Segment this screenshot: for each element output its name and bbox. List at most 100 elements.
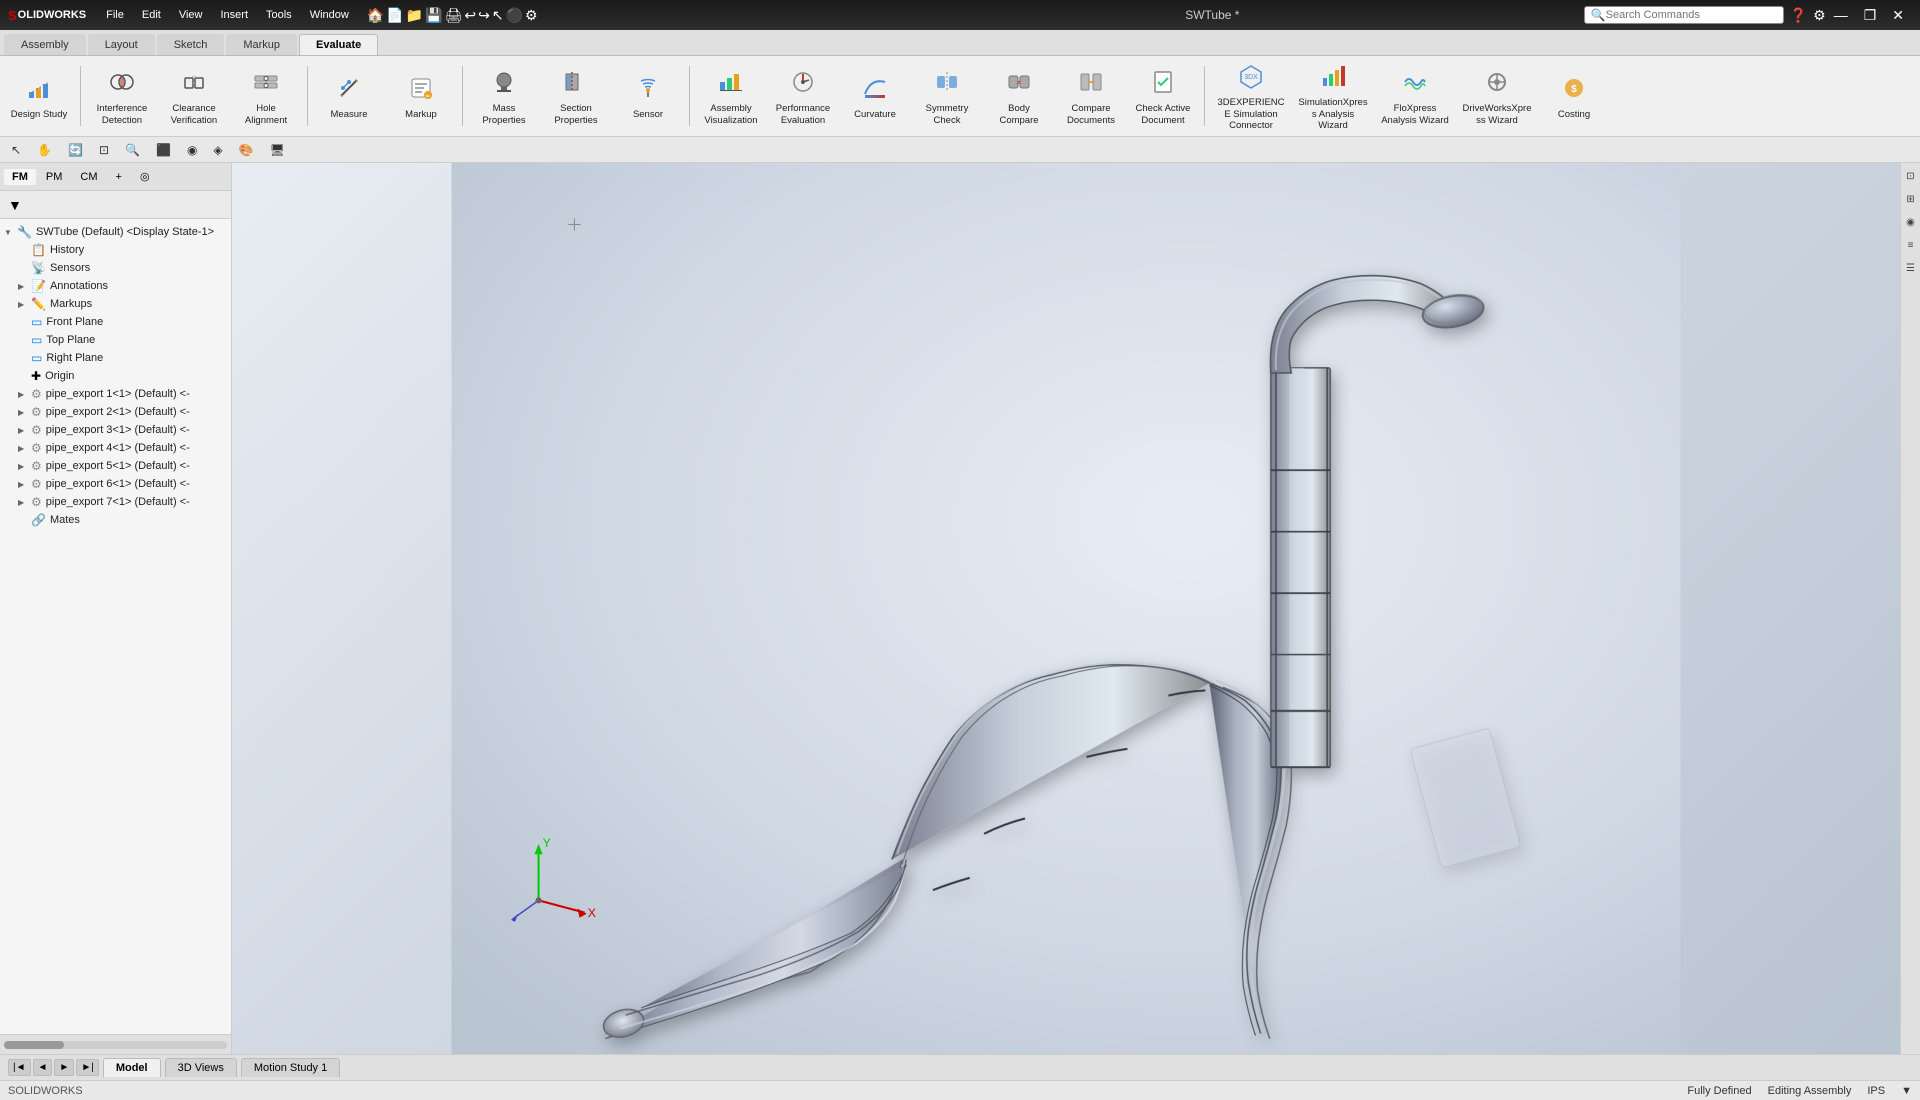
quick-access-dot[interactable]: ⚫ [506,7,523,24]
view-btn-select[interactable]: ↖ [4,140,28,160]
right-btn-1[interactable]: ⊡ [1904,167,1916,186]
view-btn-rotate[interactable]: 🔄 [61,140,90,160]
panel-icon-filter[interactable]: ▼ [4,195,26,215]
symmetry-check-button[interactable]: Symmetry Check [912,60,982,132]
driveworksxpress-button[interactable]: DriveWorksXpress Wizard [1457,60,1537,132]
performance-evaluation-button[interactable]: Performance Evaluation [768,60,838,132]
3dexperience-button[interactable]: 3DX 3DEXPERIENCE Simulation Connector [1211,60,1291,132]
panel-scroll-bar[interactable] [0,1034,231,1054]
quick-access-undo[interactable]: ↩ [464,7,476,24]
section-properties-button[interactable]: Section Properties [541,60,611,132]
markup-button[interactable]: ✏ Markup [386,60,456,132]
status-units[interactable]: IPS [1867,1085,1885,1097]
menu-window[interactable]: Window [302,7,357,24]
curvature-button[interactable]: Curvature [840,60,910,132]
right-btn-5[interactable]: ☰ [1904,259,1917,278]
viewport[interactable]: Y X [232,163,1900,1054]
tab-layout[interactable]: Layout [88,34,155,55]
view-btn-section[interactable]: ⬛ [149,140,178,160]
quick-access-cursor[interactable]: ↖ [492,7,504,24]
view-btn-zoom[interactable]: 🔍 [118,140,147,160]
tree-item-markups[interactable]: ▶ ✏️ Markups [0,295,231,313]
view-btn-hidden[interactable]: ◈ [206,140,229,160]
minimize-button[interactable]: — [1826,7,1856,23]
close-button[interactable]: ✕ [1884,7,1912,24]
measure-button[interactable]: Measure [314,60,384,132]
menu-insert[interactable]: Insert [212,7,256,24]
quick-access-home[interactable]: 🏠 [367,7,384,24]
menu-file[interactable]: File [98,7,132,24]
tab-markup[interactable]: Markup [226,34,297,55]
tree-item-pipe3[interactable]: ▶ ⚙ pipe_export 3<1> (Default) <- [0,421,231,439]
nav-next[interactable]: ► [54,1059,74,1076]
tab-3d-views[interactable]: 3D Views [165,1058,237,1077]
quick-access-print[interactable]: 🖨 [445,7,463,24]
settings-icon[interactable]: ⚙ [1813,7,1826,24]
tree-item-pipe7[interactable]: ▶ ⚙ pipe_export 7<1> (Default) <- [0,493,231,511]
assembly-visualization-button[interactable]: Assembly Visualization [696,60,766,132]
tree-item-right-plane[interactable]: ▭ Right Plane [0,349,231,367]
tree-item-annotations[interactable]: ▶ 📝 Annotations [0,277,231,295]
status-arrow-down[interactable]: ▼ [1901,1085,1912,1097]
nav-last[interactable]: ►| [76,1059,99,1076]
tree-item-top-plane[interactable]: ▭ Top Plane [0,331,231,349]
tab-assembly[interactable]: Assembly [4,34,86,55]
tab-model[interactable]: Model [103,1058,161,1077]
tree-item-mates[interactable]: 🔗 Mates [0,511,231,529]
clearance-verification-button[interactable]: ↔ Clearance Verification [159,60,229,132]
search-bar[interactable]: 🔍 [1584,6,1784,24]
tree-item-front-plane[interactable]: ▭ Front Plane [0,313,231,331]
menu-tools[interactable]: Tools [258,7,300,24]
tab-evaluate[interactable]: Evaluate [299,34,378,55]
menu-edit[interactable]: Edit [134,7,169,24]
floexpress-button[interactable]: FloXpress Analysis Wizard [1375,60,1455,132]
view-btn-appearance[interactable]: 🎨 [232,140,261,160]
mass-properties-button[interactable]: Mass Properties [469,60,539,132]
view-btn-render[interactable]: 🖥 [263,140,292,160]
tree-item-pipe4[interactable]: ▶ ⚙ pipe_export 4<1> (Default) <- [0,439,231,457]
tree-item-origin[interactable]: ✚ Origin [0,367,231,385]
design-study-button[interactable]: Design Study [4,60,74,132]
costing-button[interactable]: $ Costing [1539,60,1609,132]
tree-item-pipe6[interactable]: ▶ ⚙ pipe_export 6<1> (Default) <- [0,475,231,493]
compare-documents-button[interactable]: Compare Documents [1056,60,1126,132]
panel-tab-feature-manager[interactable]: FM [4,169,36,185]
quick-access-redo[interactable]: ↪ [478,7,490,24]
view-btn-pan[interactable]: ✋ [30,140,59,160]
quick-access-open[interactable]: 📁 [406,7,423,24]
quick-access-new[interactable]: 📄 [386,7,403,24]
panel-tab-dxf[interactable]: + [108,169,130,185]
right-btn-3[interactable]: ◉ [1904,213,1917,232]
check-active-document-button[interactable]: Check Active Document [1128,60,1198,132]
panel-tab-configuration-manager[interactable]: CM [72,169,105,185]
right-btn-2[interactable]: ⊞ [1904,190,1916,209]
right-btn-4[interactable]: ≡ [1906,236,1916,255]
tree-root[interactable]: ▼ 🔧 SWTube (Default) <Display State-1> [0,223,231,241]
tree-item-pipe1[interactable]: ▶ ⚙ pipe_export 1<1> (Default) <- [0,385,231,403]
floexpress-label: FloXpress Analysis Wizard [1380,103,1450,126]
view-btn-zoom-fit[interactable]: ⊡ [92,140,116,160]
search-input[interactable] [1606,9,1766,21]
quick-access-save[interactable]: 💾 [425,7,442,24]
nav-first[interactable]: |◄ [8,1059,31,1076]
tree-item-history[interactable]: 📋 History [0,241,231,259]
simulationxpress-button[interactable]: SimulationXpress Analysis Wizard [1293,60,1373,132]
panel-tab-extra[interactable]: ◎ [132,168,158,185]
hole-alignment-button[interactable]: Hole Alignment [231,60,301,132]
view-btn-display[interactable]: ◉ [180,140,204,160]
panel-tab-property-manager[interactable]: PM [38,169,71,185]
nav-prev[interactable]: ◄ [33,1059,53,1076]
menu-view[interactable]: View [171,7,211,24]
restore-button[interactable]: ❐ [1856,7,1885,24]
tree-item-sensors[interactable]: 📡 Sensors [0,259,231,277]
tab-sketch[interactable]: Sketch [157,34,225,55]
tab-motion-study-1[interactable]: Motion Study 1 [241,1058,340,1077]
interference-detection-button[interactable]: Interference Detection [87,60,157,132]
sensor-button[interactable]: Sensor [613,60,683,132]
quick-access-gear[interactable]: ⚙ [525,7,538,24]
tree-annotations-label: Annotations [50,280,108,292]
body-compare-button[interactable]: ≠ Body Compare [984,60,1054,132]
tree-item-pipe2[interactable]: ▶ ⚙ pipe_export 2<1> (Default) <- [0,403,231,421]
tree-item-pipe5[interactable]: ▶ ⚙ pipe_export 5<1> (Default) <- [0,457,231,475]
help-icon[interactable]: ❓ [1790,7,1807,24]
